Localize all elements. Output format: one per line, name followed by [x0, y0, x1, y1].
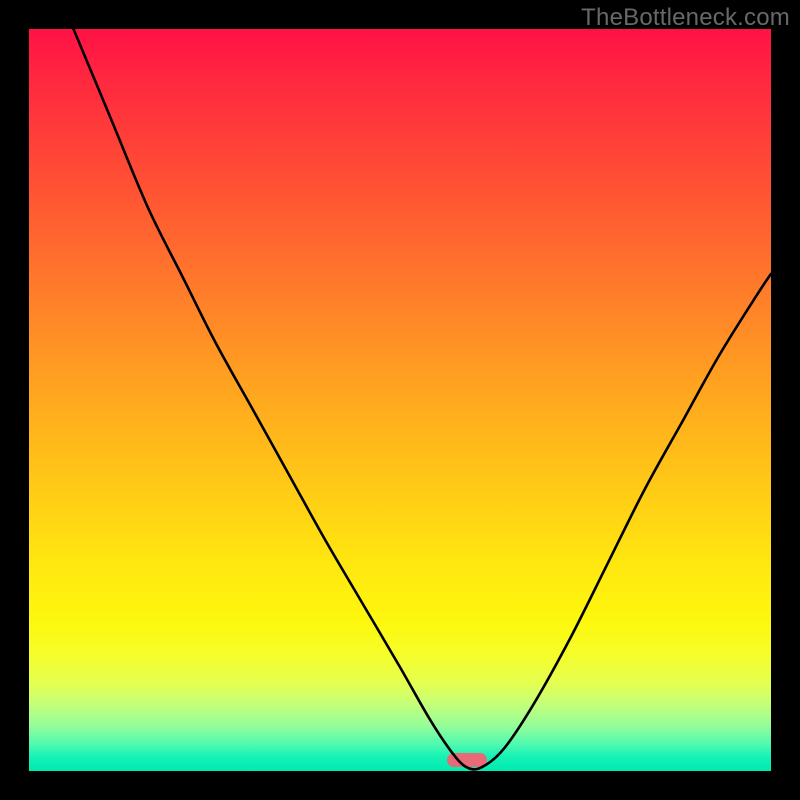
curve-path — [74, 29, 772, 769]
plot-area — [29, 29, 771, 771]
watermark-text: TheBottleneck.com — [581, 4, 790, 32]
chart-frame: TheBottleneck.com — [0, 0, 800, 800]
bottleneck-curve — [29, 29, 771, 771]
